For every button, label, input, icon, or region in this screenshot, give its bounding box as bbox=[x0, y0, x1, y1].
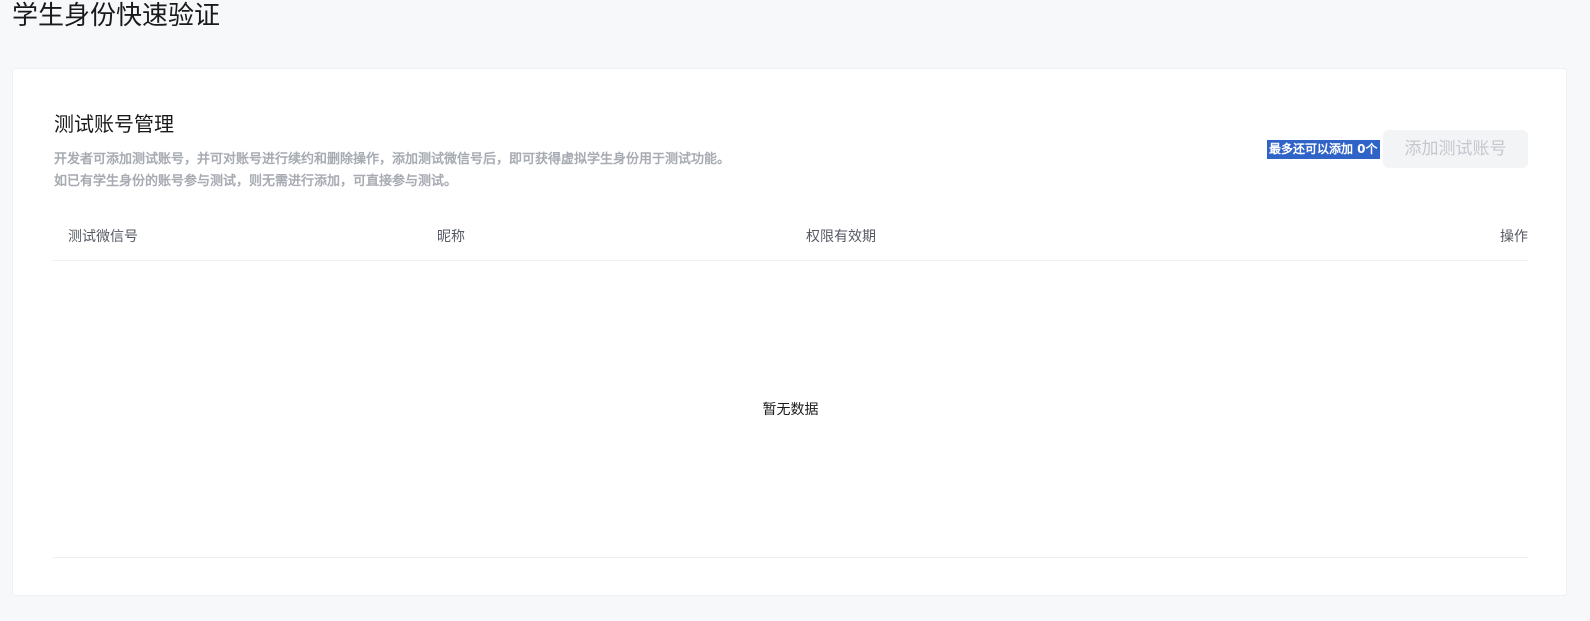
description-line-1: 开发者可添加测试账号，并可对账号进行续约和删除操作，添加测试微信号后，即可获得虚… bbox=[54, 152, 731, 167]
column-header-test-wechat-id: 测试微信号 bbox=[68, 229, 138, 245]
description-line-2: 如已有学生身份的账号参与测试，则无需进行添加，可直接参与测试。 bbox=[54, 174, 458, 189]
table-empty-state: 暂无数据 bbox=[762, 402, 819, 418]
add-test-account-button[interactable]: 添加测试账号 bbox=[1383, 130, 1528, 168]
table-header: 测试微信号 昵称 权限有效期 操作 bbox=[53, 217, 1528, 261]
table-bottom-divider bbox=[53, 557, 1528, 558]
test-account-card: 测试账号管理 开发者可添加测试账号，并可对账号进行续约和删除操作，添加测试微信号… bbox=[12, 68, 1567, 596]
section-title: 测试账号管理 bbox=[54, 112, 174, 136]
column-header-nickname: 昵称 bbox=[437, 229, 465, 245]
column-header-permission-validity: 权限有效期 bbox=[806, 229, 876, 245]
column-header-actions: 操作 bbox=[1500, 229, 1528, 245]
remaining-quota-note: 最多还可以添加 0个 bbox=[1267, 140, 1380, 159]
page-title: 学生身份快速验证 bbox=[12, 1, 221, 31]
section-description: 开发者可添加测试账号，并可对账号进行续约和删除操作，添加测试微信号后，即可获得虚… bbox=[54, 149, 730, 193]
